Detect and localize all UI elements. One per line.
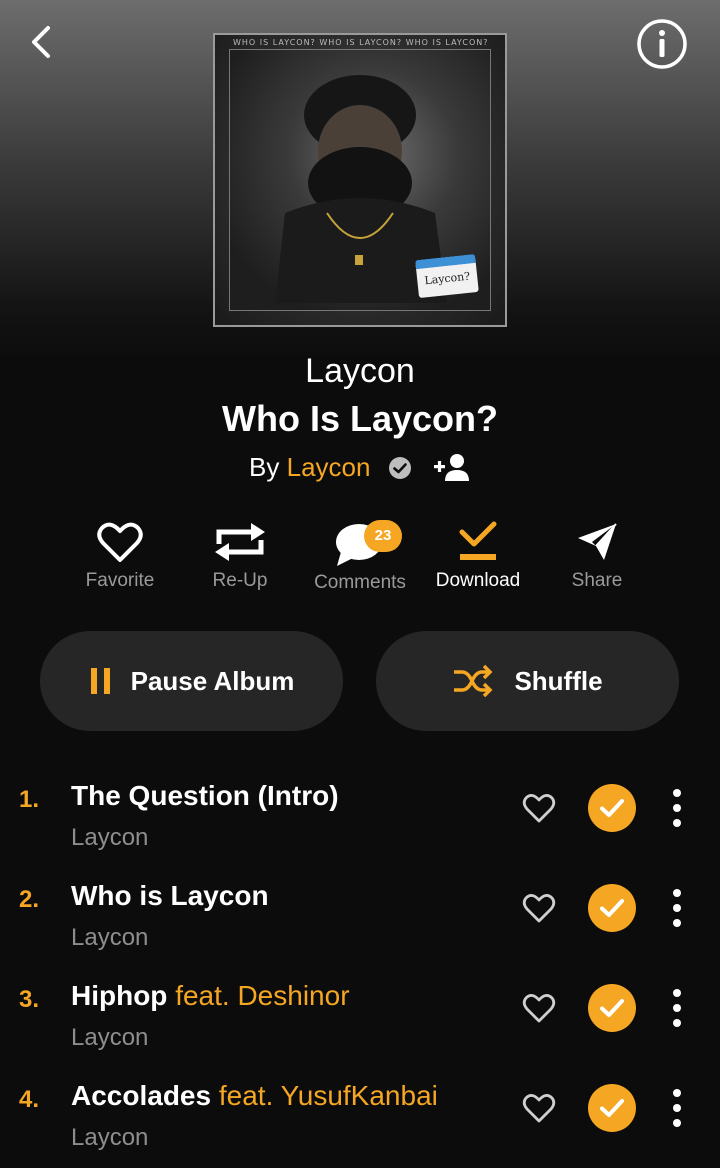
album-cover: WHO IS LAYCON? WHO IS LAYCON? WHO IS LAY… [213, 33, 507, 327]
shuffle-icon [454, 664, 493, 698]
pause-icon [90, 668, 110, 694]
repost-icon [215, 523, 265, 561]
comments-count-badge: 23 [364, 520, 402, 552]
share-action[interactable]: Share [537, 520, 657, 592]
follow-user-icon[interactable] [433, 453, 471, 481]
track-heart-icon[interactable] [522, 992, 556, 1024]
by-prefix: By [249, 452, 280, 482]
pause-album-label: Pause Album [130, 665, 295, 696]
pause-album-button[interactable]: Pause Album [40, 631, 343, 731]
heart-icon [97, 522, 143, 562]
download-label: Download [435, 570, 521, 591]
send-share-icon [578, 523, 617, 560]
track-number: 2. [19, 886, 40, 913]
track-title: The Question (Intro) [71, 780, 339, 812]
track-title-text: Who is Laycon [71, 880, 269, 911]
downloaded-check-icon[interactable] [588, 784, 636, 832]
track-row[interactable]: 2. Who is Laycon Laycon [0, 868, 720, 968]
track-title: Accolades feat. YusufKanbai [71, 1080, 438, 1112]
track-title-text: The Question (Intro) [71, 780, 339, 811]
track-featuring: feat. YusufKanbai [218, 1080, 438, 1111]
track-artist: Laycon [71, 1124, 149, 1151]
downloaded-check-icon[interactable] [588, 884, 636, 932]
cover-edge-text: WHO IS LAYCON? WHO IS LAYCON? WHO IS LAY… [233, 38, 489, 47]
track-featuring: feat. Deshinor [175, 980, 350, 1011]
track-artist: Laycon [71, 924, 149, 951]
album-artist-heading: Laycon [305, 352, 415, 390]
track-heart-icon[interactable] [522, 892, 556, 924]
track-number: 1. [19, 786, 40, 813]
share-label: Share [571, 570, 623, 591]
track-row[interactable]: 3. Hiphop feat. Deshinor Laycon [0, 968, 720, 1068]
download-check-icon [459, 521, 497, 560]
info-icon[interactable] [636, 18, 688, 70]
artist-link[interactable]: Laycon [287, 452, 371, 482]
more-options-icon[interactable] [668, 988, 686, 1028]
comments-label: Comments [314, 572, 406, 593]
downloaded-check-icon[interactable] [588, 984, 636, 1032]
track-row[interactable]: 4. Accolades feat. YusufKanbai Laycon [0, 1068, 720, 1168]
track-artist: Laycon [71, 824, 149, 851]
shuffle-button[interactable]: Shuffle [376, 631, 679, 731]
track-artist: Laycon [71, 1024, 149, 1051]
track-title: Who is Laycon [71, 880, 269, 912]
track-row[interactable]: 1. The Question (Intro) Laycon [0, 768, 720, 868]
track-number: 4. [19, 1086, 40, 1113]
favorite-action[interactable]: Favorite [60, 520, 180, 592]
more-options-icon[interactable] [668, 888, 686, 928]
track-heart-icon[interactable] [522, 1092, 556, 1124]
track-title-text: Accolades [71, 1080, 212, 1111]
more-options-icon[interactable] [668, 1088, 686, 1128]
reup-action[interactable]: Re-Up [180, 520, 300, 592]
track-heart-icon[interactable] [522, 792, 556, 824]
download-action[interactable]: Download [418, 520, 538, 592]
more-options-icon[interactable] [668, 788, 686, 828]
album-byline: By Laycon [0, 452, 720, 483]
action-bar: Favorite Re-Up 23 Comments Download Shar… [0, 520, 720, 600]
track-title: Hiphop feat. Deshinor [71, 980, 350, 1012]
favorite-label: Favorite [85, 570, 155, 591]
track-title-text: Hiphop [71, 980, 168, 1011]
back-chevron-icon[interactable] [22, 22, 62, 62]
album-title: Who Is Laycon? [221, 398, 498, 439]
cover-name-tag: Laycon? [415, 253, 479, 299]
downloaded-check-icon[interactable] [588, 1084, 636, 1132]
comments-action[interactable]: 23 Comments [300, 520, 420, 594]
track-number: 3. [19, 986, 40, 1013]
shuffle-label: Shuffle [514, 665, 603, 696]
reup-label: Re-Up [212, 570, 268, 591]
verified-check-icon [388, 457, 411, 479]
